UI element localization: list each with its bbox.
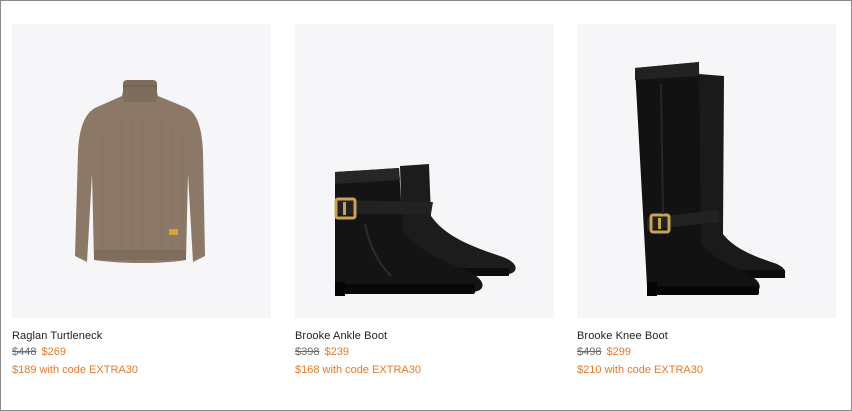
original-price: $398 — [295, 346, 320, 358]
product-name[interactable]: Brooke Ankle Boot — [295, 330, 554, 342]
product-image-ankle-boot[interactable] — [295, 24, 554, 318]
promo-text: $210 with code EXTRA30 — [577, 364, 703, 376]
product-card-raglan-turtleneck[interactable]: Raglan Turtleneck $448 $269 $189 with cod… — [12, 24, 271, 376]
product-image-sweater[interactable] — [12, 24, 271, 318]
promo-text: $168 with code EXTRA30 — [295, 364, 421, 376]
price-row: $398 $239 — [295, 346, 554, 358]
price-row: $498 $299 — [577, 346, 836, 358]
promo-text: $189 with code EXTRA30 — [12, 364, 138, 376]
product-grid: Raglan Turtleneck $448 $269 $189 with cod… — [0, 0, 852, 411]
product-card-brooke-knee-boot[interactable]: Brooke Knee Boot $498 $299 $210 with code… — [577, 24, 836, 376]
product-name[interactable]: Brooke Knee Boot — [577, 330, 836, 342]
sale-price: $239 — [324, 346, 349, 358]
knee-boot-image — [635, 62, 786, 296]
product-card-brooke-ankle-boot[interactable]: Brooke Ankle Boot $398 $239 $168 with cod… — [295, 24, 554, 376]
ankle-boot-image — [334, 164, 516, 296]
sweater-image — [75, 80, 205, 263]
sale-price: $299 — [606, 346, 631, 358]
sale-price: $269 — [41, 346, 66, 358]
price-row: $448 $269 — [12, 346, 271, 358]
product-image-knee-boot[interactable] — [577, 24, 836, 318]
product-name[interactable]: Raglan Turtleneck — [12, 330, 271, 342]
original-price: $448 — [12, 346, 37, 358]
original-price: $498 — [577, 346, 602, 358]
